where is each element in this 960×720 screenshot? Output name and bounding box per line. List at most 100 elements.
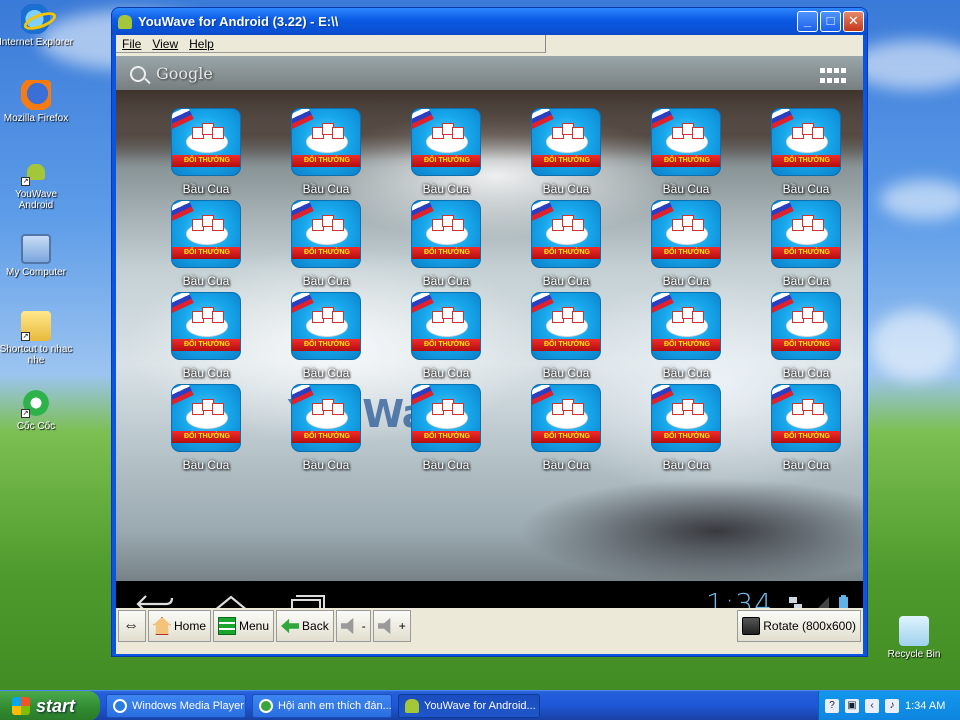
app-ribbon-text: ĐỔI THƯỞNG — [532, 339, 600, 351]
help-icon[interactable]: ? — [825, 699, 839, 713]
desktop-icon-coccoc[interactable]: ↗ Cốc Cốc — [0, 388, 74, 432]
network-tray-icon[interactable]: ▣ — [845, 699, 859, 713]
back-button[interactable]: Back — [276, 610, 334, 642]
volume-up-label: + — [398, 619, 406, 633]
collapse-tray-icon[interactable]: ‹ — [865, 699, 879, 713]
app-ribbon-text: ĐỔI THƯỞNG — [532, 155, 600, 167]
app-icon-bau-cua[interactable]: ĐỔI THƯỞNG Bầu Cua — [506, 292, 626, 384]
app-label: Bầu Cua — [302, 274, 350, 288]
app-label: Bầu Cua — [782, 182, 830, 196]
app-label: Bầu Cua — [422, 458, 470, 472]
taskbar: start Windows Media Player Hội anh em th… — [0, 690, 960, 720]
bau-cua-app-icon: ĐỔI THƯỞNG — [171, 292, 241, 360]
app-label: Bầu Cua — [182, 274, 230, 288]
app-label: Bầu Cua — [542, 366, 590, 380]
bau-cua-app-icon: ĐỔI THƯỞNG — [651, 292, 721, 360]
app-icon-bau-cua[interactable]: ĐỔI THƯỞNG Bầu Cua — [506, 108, 626, 200]
app-ribbon-text: ĐỔI THƯỞNG — [532, 247, 600, 259]
app-icon-bau-cua[interactable]: ĐỔI THƯỞNG Bầu Cua — [626, 200, 746, 292]
app-label: Bầu Cua — [302, 458, 350, 472]
desktop-icon-label: Recycle Bin — [887, 649, 941, 660]
app-icon-bau-cua[interactable]: ĐỔI THƯỞNG Bầu Cua — [506, 200, 626, 292]
desktop-icon-label: Cốc Cốc — [16, 421, 56, 432]
app-ribbon-text: ĐỔI THƯỞNG — [292, 247, 360, 259]
desktop-icon-youwave[interactable]: ↗ YouWave Android — [0, 156, 74, 211]
app-ribbon-text: ĐỔI THƯỞNG — [652, 339, 720, 351]
app-icon-bau-cua[interactable]: ĐỔI THƯỞNG Bầu Cua — [746, 384, 863, 476]
app-icon-bau-cua[interactable]: ĐỔI THƯỞNG Bầu Cua — [626, 292, 746, 384]
minimize-button[interactable]: _ — [797, 11, 818, 32]
app-icon-bau-cua[interactable]: ĐỔI THƯỞNG Bầu Cua — [746, 108, 863, 200]
system-tray: ? ▣ ‹ ♪ 1:34 AM — [818, 691, 960, 720]
speaker-icon — [340, 617, 354, 635]
google-search-bar[interactable]: Google — [130, 64, 213, 83]
back-arrow-icon — [281, 618, 300, 634]
maximize-button[interactable]: □ — [820, 11, 841, 32]
app-ribbon-text: ĐỔI THƯỞNG — [652, 155, 720, 167]
app-icon-bau-cua[interactable]: ĐỔI THƯỞNG Bầu Cua — [386, 200, 506, 292]
app-ribbon-text: ĐỔI THƯỞNG — [532, 431, 600, 443]
app-ribbon-text: ĐỔI THƯỞNG — [652, 247, 720, 259]
bau-cua-app-icon: ĐỔI THƯỞNG — [651, 384, 721, 452]
app-icon-bau-cua[interactable]: ĐỔI THƯỞNG Bầu Cua — [266, 108, 386, 200]
app-label: Bầu Cua — [542, 182, 590, 196]
bau-cua-app-icon: ĐỔI THƯỞNG — [171, 108, 241, 176]
window-titlebar[interactable]: YouWave for Android (3.22) - E:\\ _ □ ✕ — [112, 8, 867, 35]
window-client: File View Help Google YouWave ĐỔI THƯỞNG… — [116, 35, 863, 654]
close-button[interactable]: ✕ — [843, 11, 864, 32]
app-icon-bau-cua[interactable]: ĐỔI THƯỞNG Bầu Cua — [266, 200, 386, 292]
volume-down-button[interactable]: - — [335, 610, 371, 642]
desktop-icon-internet-explorer[interactable]: Internet Explorer — [0, 4, 74, 48]
task-windows-media-player[interactable]: Windows Media Player — [106, 694, 246, 718]
app-drawer-icon[interactable] — [820, 68, 846, 86]
volume-up-button[interactable]: + — [372, 610, 411, 642]
menu-bar: File View Help — [116, 35, 546, 53]
resize-button[interactable]: ⇔ — [118, 610, 146, 642]
app-icon-bau-cua[interactable]: ĐỔI THƯỞNG Bầu Cua — [386, 384, 506, 476]
app-label: Bầu Cua — [782, 274, 830, 288]
my-computer-icon — [21, 234, 51, 264]
desktop-icon-nhac-nhe[interactable]: ↗ Shortcut to nhac nhe — [0, 311, 74, 366]
app-icon-bau-cua[interactable]: ĐỔI THƯỞNG Bầu Cua — [266, 292, 386, 384]
app-icon-bau-cua[interactable]: ĐỔI THƯỞNG Bầu Cua — [626, 384, 746, 476]
desktop-icon-my-computer[interactable]: My Computer — [0, 234, 74, 278]
app-icon-bau-cua[interactable]: ĐỔI THƯỞNG Bầu Cua — [626, 108, 746, 200]
android-screen[interactable]: Google YouWave ĐỔI THƯỞNG Bầu Cua ĐỔI THƯỞ… — [116, 56, 863, 616]
start-button[interactable]: start — [0, 691, 100, 720]
app-grid: ĐỔI THƯỞNG Bầu Cua ĐỔI THƯỞNG Bầu Cua ĐỔI TH… — [146, 108, 863, 476]
app-ribbon-text: ĐỔI THƯỞNG — [292, 155, 360, 167]
menu-button[interactable]: Menu — [213, 610, 275, 642]
app-icon-bau-cua[interactable]: ĐỔI THƯỞNG Bầu Cua — [386, 108, 506, 200]
app-icon-bau-cua[interactable]: ĐỔI THƯỞNG Bầu Cua — [746, 292, 863, 384]
app-label: Bầu Cua — [422, 182, 470, 196]
task-coccoc-browser[interactable]: Hội anh em thích đán... — [252, 694, 392, 718]
app-icon-bau-cua[interactable]: ĐỔI THƯỞNG Bầu Cua — [146, 200, 266, 292]
app-icon-bau-cua[interactable]: ĐỔI THƯỞNG Bầu Cua — [746, 200, 863, 292]
menu-view[interactable]: View — [152, 37, 178, 51]
app-icon-bau-cua[interactable]: ĐỔI THƯỞNG Bầu Cua — [146, 292, 266, 384]
app-icon-bau-cua[interactable]: ĐỔI THƯỞNG Bầu Cua — [146, 384, 266, 476]
app-ribbon-text: ĐỔI THƯỞNG — [412, 339, 480, 351]
app-icon-bau-cua[interactable]: ĐỔI THƯỞNG Bầu Cua — [266, 384, 386, 476]
app-icon-bau-cua[interactable]: ĐỔI THƯỞNG Bầu Cua — [506, 384, 626, 476]
home-button[interactable]: Home — [148, 610, 212, 642]
home-button-label: Home — [174, 619, 207, 633]
desktop-icon-firefox[interactable]: Mozilla Firefox — [0, 80, 74, 124]
app-ribbon-text: ĐỔI THƯỞNG — [172, 247, 240, 259]
menu-file[interactable]: File — [122, 37, 141, 51]
bau-cua-app-icon: ĐỔI THƯỞNG — [531, 384, 601, 452]
bau-cua-app-icon: ĐỔI THƯỞNG — [531, 200, 601, 268]
folder-icon: ↗ — [21, 311, 51, 341]
app-icon-bau-cua[interactable]: ĐỔI THƯỞNG Bầu Cua — [386, 292, 506, 384]
bau-cua-app-icon: ĐỔI THƯỞNG — [651, 108, 721, 176]
task-youwave[interactable]: YouWave for Android... — [398, 694, 540, 718]
volume-tray-icon[interactable]: ♪ — [885, 699, 899, 713]
window-title: YouWave for Android (3.22) - E:\\ — [138, 14, 339, 29]
app-ribbon-text: ĐỔI THƯỞNG — [772, 431, 840, 443]
desktop-icon-recycle-bin[interactable]: Recycle Bin — [876, 616, 952, 660]
menu-help[interactable]: Help — [189, 37, 214, 51]
rotate-button[interactable]: Rotate (800x600) — [737, 610, 861, 642]
app-label: Bầu Cua — [662, 366, 710, 380]
app-icon-bau-cua[interactable]: ĐỔI THƯỞNG Bầu Cua — [146, 108, 266, 200]
app-label: Bầu Cua — [422, 366, 470, 380]
